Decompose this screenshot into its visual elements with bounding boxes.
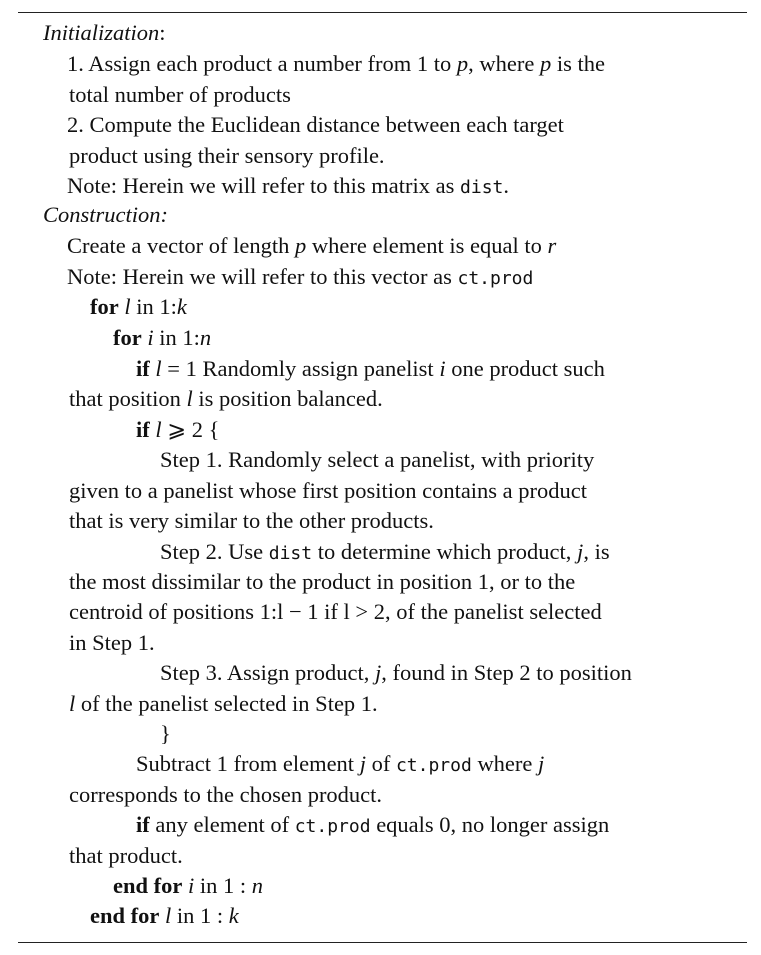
init-heading: Initialization: [43,20,166,45]
for-l: for l in 1:k [90,294,187,319]
step3-cont: l of the panelist selected in Step 1. [69,691,378,716]
init-step1-cont: total number of products [69,82,291,107]
top-rule [18,12,747,13]
step2-cont1: the most dissimilar to the product in po… [69,569,576,594]
step2-cont2: centroid of positions 1:l − 1 if l > 2, … [69,599,602,624]
init-step2: 2. Compute the Euclidean distance betwee… [67,112,564,137]
step2-cont3: in Step 1. [69,630,155,655]
end-for-i: end for i in 1 : n [113,873,264,898]
for-i: for i in 1:n [113,325,212,350]
subtract-cont: corresponds to the chosen product. [69,782,383,807]
cons-vector: Create a vector of length p where elemen… [67,233,557,258]
bottom-rule [18,942,747,943]
if-l-1-cont: that position l is position balanced. [69,386,383,411]
step2: Step 2. Use dist to determine which prod… [160,539,610,564]
init-note: Note: Herein we will refer to this matri… [67,173,509,198]
if-any-cont: that product. [69,843,183,868]
if-l-1: if l = 1 Randomly assign panelist i one … [136,356,605,381]
step3: Step 3. Assign product, j, found in Step… [160,660,632,685]
subtract-line: Subtract 1 from element j of ct.prod whe… [136,751,545,776]
init-step2-cont: product using their sensory profile. [69,143,385,168]
if-l-2: if l ⩾ 2 { [136,417,220,442]
construction-heading: Construction: [43,202,169,227]
if-any: if any element of ct.prod equals 0, no l… [136,812,610,837]
end-for-l: end for l in 1 : k [90,903,239,928]
step1-cont1: given to a panelist whose first position… [69,478,588,503]
closing-brace: } [160,721,171,746]
init-step1: 1. Assign each product a number from 1 t… [67,51,606,76]
step1-cont2: that is very similar to the other produc… [69,508,434,533]
step1: Step 1. Randomly select a panelist, with… [160,447,595,472]
cons-note: Note: Herein we will refer to this vecto… [67,264,534,289]
